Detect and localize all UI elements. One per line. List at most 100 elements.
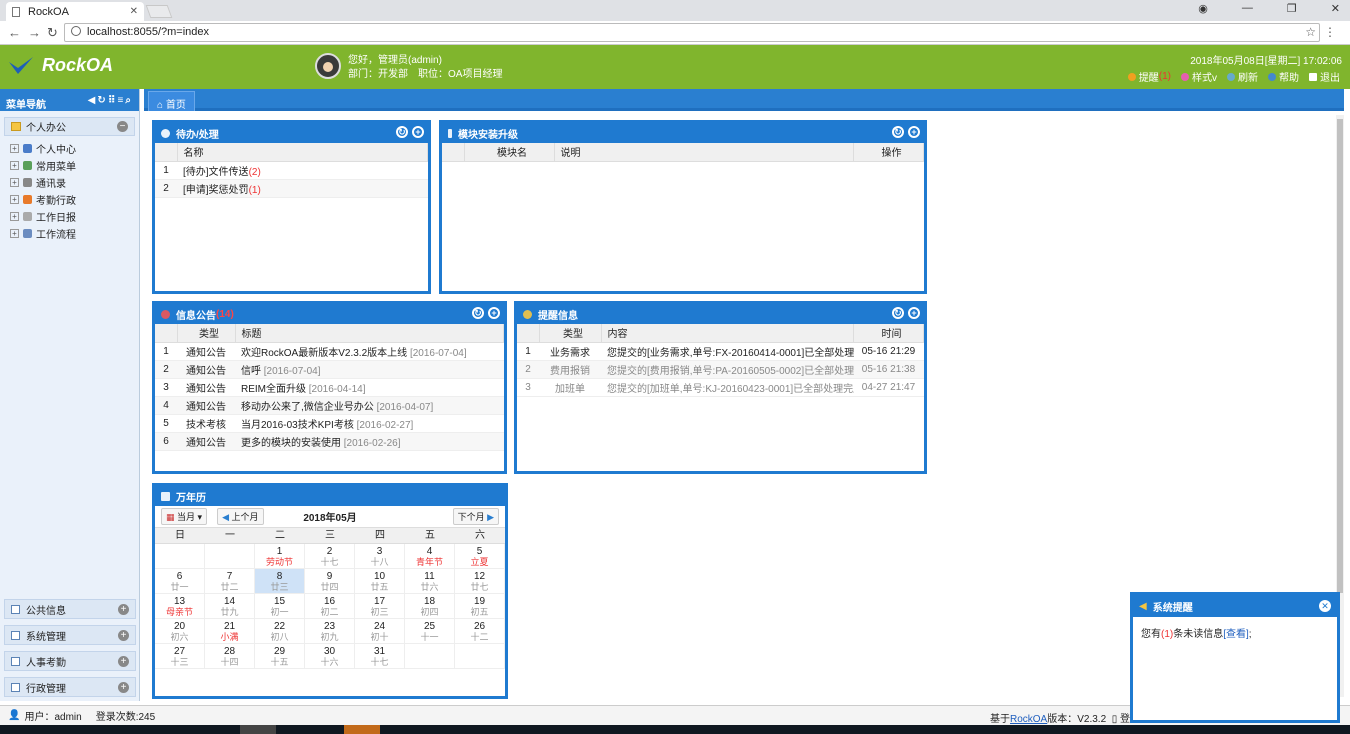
notice-title[interactable]: 当月2016-03技术KPI考核 [241,420,354,431]
calendar-day[interactable]: 3 十八 [355,544,405,569]
help-link[interactable]: 帮助 [1268,69,1299,84]
new-tab-button[interactable] [145,5,173,18]
accordion-personal-office[interactable]: 个人办公 − [4,117,135,136]
profile-icon[interactable]: ◉ [1198,2,1208,15]
add-icon[interactable]: + [412,126,424,138]
expand-plus-icon[interactable]: + [10,161,19,170]
prev-month-button[interactable]: ◀ 上个月 [217,508,264,525]
accordion-hr-attendance[interactable]: 人事考勤 + [4,651,136,671]
rockoa-link[interactable]: RockOA [1010,714,1047,725]
tab-home[interactable]: ⌂ 首页 [148,91,195,111]
calendar-day[interactable]: 24 初十 [355,619,405,644]
calendar-day[interactable]: 16 初二 [305,594,355,619]
scrollbar-thumb[interactable] [1337,119,1343,593]
table-row[interactable]: 3 加班单 您提交的[加班单,单号:KJ-20160423-0001]已全部处理完成… [517,378,924,397]
accordion-system-admin[interactable]: 系统管理 + [4,625,136,645]
table-row[interactable]: 2 [申请]奖惩处罚(1) [155,179,428,198]
notice-title[interactable]: 欢迎RockOA最新版本V2.3.2版本上线 [241,348,407,359]
calendar-day[interactable]: 10 廿五 [355,569,405,594]
calendar-day[interactable]: 27 十三 [155,644,205,669]
calendar-day[interactable]: 2 十七 [305,544,355,569]
calendar-day[interactable]: 29 十五 [255,644,305,669]
table-row[interactable]: 6 通知公告 更多的模块的安装使用 [2016-02-26] [155,432,504,451]
refresh-icon[interactable]: ↻ [892,126,904,138]
refresh-icon[interactable]: ↻ [396,126,408,138]
table-row[interactable]: 2 通知公告 信呼 [2016-07-04] [155,360,504,379]
menu-kebab-icon[interactable]: ⋮ [1324,25,1336,39]
add-icon[interactable]: + [488,307,500,319]
expand-icon[interactable]: ⠿ [108,95,118,106]
expand-plus-icon[interactable]: + [118,629,129,641]
tree-node[interactable]: + 考勤行政 [10,191,131,208]
table-row[interactable]: 1 [待办]文件传送(2) [155,161,428,180]
notice-title[interactable]: 更多的模块的安装使用 [241,438,341,449]
expand-plus-icon[interactable]: + [10,144,19,153]
expand-plus-icon[interactable]: + [10,178,19,187]
tree-node[interactable]: + 个人中心 [10,140,131,157]
calendar-day[interactable]: 28 十四 [205,644,255,669]
accordion-admin-management[interactable]: 行政管理 + [4,677,136,697]
calendar-day[interactable]: 31 十七 [355,644,405,669]
calendar-day[interactable]: 15 初一 [255,594,305,619]
current-month-button[interactable]: ▦ 当月 ▾ [161,508,208,525]
expand-plus-icon[interactable]: + [10,195,19,204]
notice-title[interactable]: 信呼 [241,366,261,377]
expand-plus-icon[interactable]: + [10,229,19,238]
info-icon[interactable] [71,26,81,36]
tree-node[interactable]: + 工作流程 [10,225,131,242]
calendar-day[interactable]: 23 初九 [305,619,355,644]
expand-plus-icon[interactable]: + [118,681,129,693]
calendar-day[interactable]: 14 廿九 [205,594,255,619]
calendar-day[interactable]: 7 廿二 [205,569,255,594]
add-icon[interactable]: + [908,307,920,319]
calendar-day[interactable]: 22 初八 [255,619,305,644]
close-window-icon[interactable]: ✕ [1331,2,1340,15]
forward-icon[interactable]: → [28,25,41,40]
refresh-tree-icon[interactable]: ↻ [97,95,107,106]
expand-plus-icon[interactable]: + [118,603,129,615]
avatar[interactable] [315,53,341,79]
table-row[interactable]: 3 通知公告 REIM全面升级 [2016-04-14] [155,378,504,397]
restore-icon[interactable]: ❐ [1287,2,1297,15]
browser-tab[interactable]: RockOA ✕ [6,2,144,21]
table-row[interactable]: 1 通知公告 欢迎RockOA最新版本V2.3.2版本上线 [2016-07-04] [155,342,504,361]
next-month-button[interactable]: 下个月 ▶ [452,508,499,525]
table-row[interactable]: 2 费用报销 您提交的[费用报销,单号:PA-20160505-0002]已全部处理… [517,360,924,379]
refresh-link[interactable]: 刷新 [1227,69,1258,84]
table-row[interactable]: 4 通知公告 移动办公来了,微信企业号办公 [2016-04-07] [155,396,504,415]
calendar-day[interactable]: 13 母亲节 [155,594,205,619]
table-row[interactable]: 1 业务需求 您提交的[业务需求,单号:FX-20160414-0001]已全部处理… [517,342,924,361]
calendar-day[interactable]: 21 小满 [205,619,255,644]
remind-link[interactable]: 提醒 (1) [1127,69,1171,84]
calendar-day[interactable]: 11 廿六 [405,569,455,594]
calendar-day[interactable]: 9 廿四 [305,569,355,594]
calendar-day[interactable]: 18 初四 [405,594,455,619]
tree-node[interactable]: + 工作日报 [10,208,131,225]
calendar-day[interactable]: 1 劳动节 [255,544,305,569]
notify-view-link[interactable]: [查看] [1223,629,1249,640]
notice-title[interactable]: 移动办公来了,微信企业号办公 [241,402,374,413]
search-icon[interactable]: ⌕ [125,95,133,106]
reload-icon[interactable]: ↻ [47,25,58,41]
notice-title[interactable]: REIM全面升级 [241,384,306,395]
table-row[interactable]: 5 技术考核 当月2016-03技术KPI考核 [2016-02-27] [155,414,504,433]
tab-close-icon[interactable]: ✕ [130,6,138,17]
collapse-minus-icon[interactable]: − [117,121,128,132]
refresh-icon[interactable]: ↻ [472,307,484,319]
minimize-icon[interactable]: — [1242,2,1253,15]
notify-close-icon[interactable]: ✕ [1319,600,1331,612]
taskbar-item[interactable] [240,725,276,734]
add-icon[interactable]: + [908,126,920,138]
back-icon[interactable]: ← [8,25,21,40]
calendar-day[interactable]: 12 廿七 [455,569,505,594]
accordion-public-info[interactable]: 公共信息 + [4,599,136,619]
bookmark-star-icon[interactable]: ☆ [1305,25,1316,39]
url-input[interactable]: localhost:8055/?m=index [64,23,1320,42]
calendar-day[interactable]: 26 十二 [455,619,505,644]
expand-plus-icon[interactable]: + [10,212,19,221]
calendar-day[interactable]: 25 十一 [405,619,455,644]
calendar-day[interactable]: 6 廿一 [155,569,205,594]
calendar-day[interactable]: 4 青年节 [405,544,455,569]
calendar-day[interactable]: 5 立夏 [455,544,505,569]
refresh-icon[interactable]: ↻ [892,307,904,319]
